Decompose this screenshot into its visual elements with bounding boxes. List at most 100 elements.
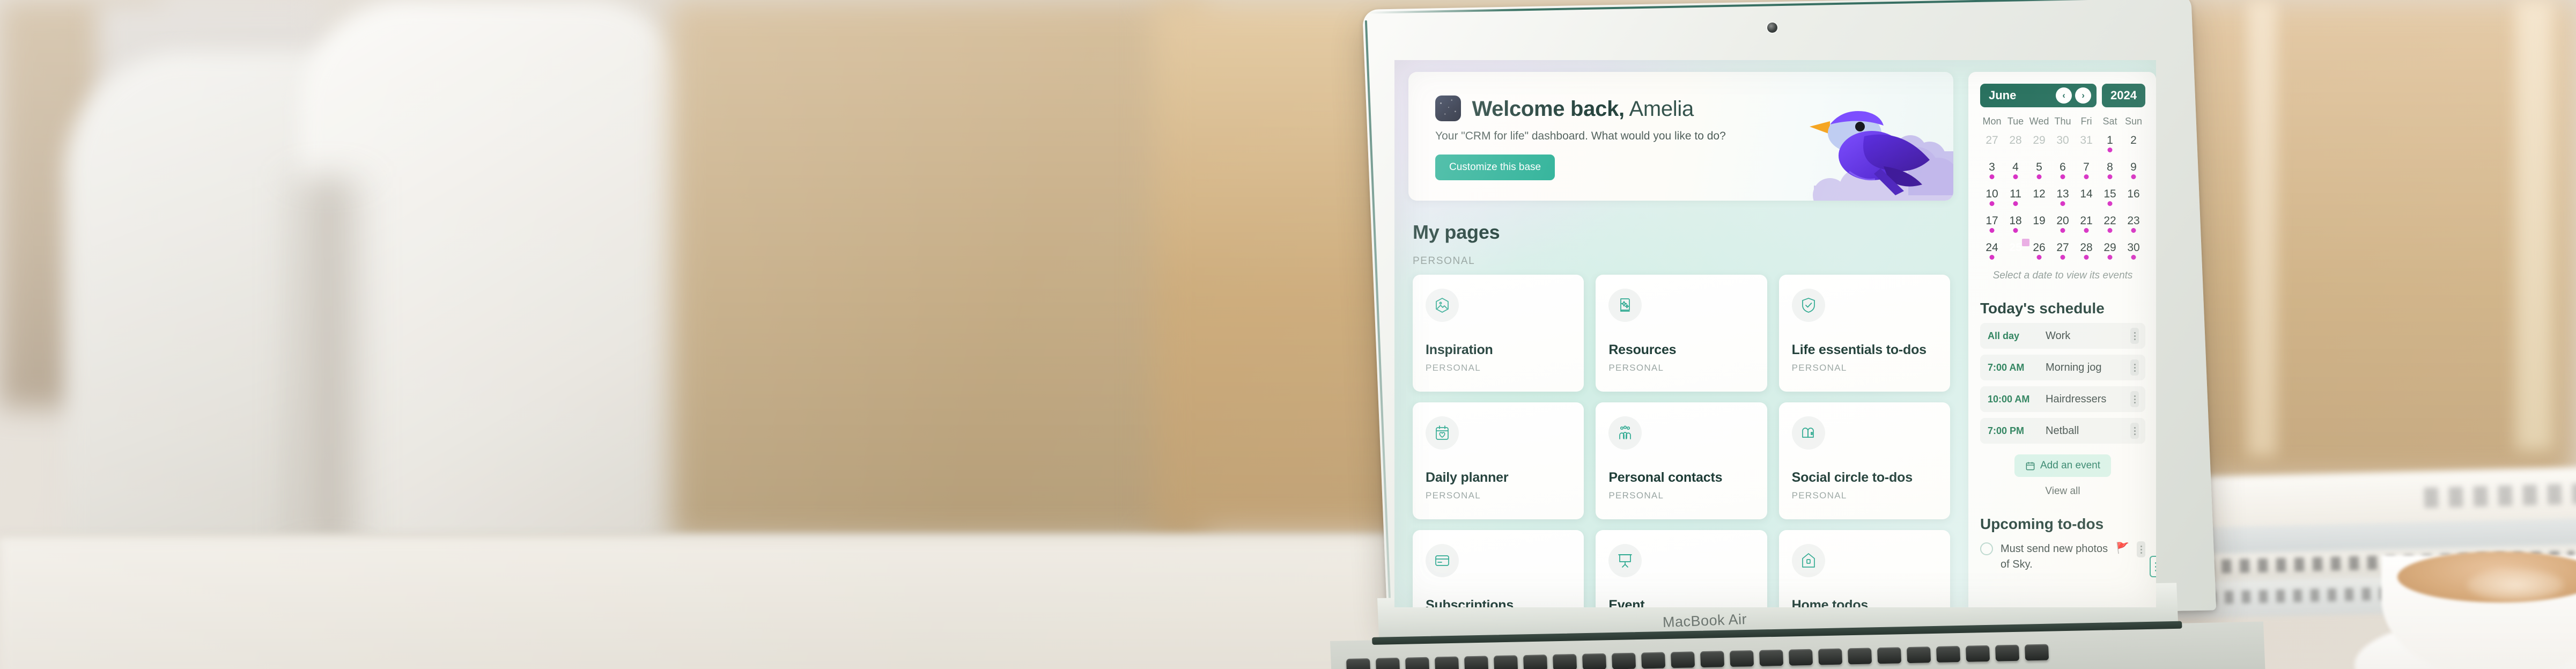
background-wood-panel-mid [670, 0, 1207, 542]
todo-row-menu-icon[interactable] [2137, 541, 2145, 557]
calendar-day[interactable]: 31 [2075, 133, 2098, 157]
calendar-day[interactable]: 1 [2098, 133, 2122, 157]
customize-base-button[interactable]: Customize this base [1435, 155, 1555, 180]
calendar-day[interactable]: 13 [2051, 186, 2075, 211]
calendar-day[interactable]: 29 [2027, 133, 2051, 157]
calendar-prev-month-button[interactable]: ‹ [2056, 87, 2072, 104]
calendar-day-number: 29 [2033, 134, 2046, 146]
calendar-day[interactable]: 3 [1980, 159, 2004, 184]
calendar-day[interactable]: 12 [2027, 186, 2051, 211]
welcome-heading: Welcome back, Amelia [1472, 97, 1694, 121]
page-card[interactable]: EventPERSONAL [1596, 530, 1767, 607]
calendar-day[interactable]: 30 [2122, 240, 2145, 264]
todo-checkbox[interactable] [1980, 542, 1993, 555]
todo-text: Must send new photos of Sky. [2001, 543, 2108, 570]
calendar-day[interactable]: 10 [1980, 186, 2004, 211]
calendar-weekday: Wed [2029, 116, 2049, 127]
calendar-event-dot [2060, 174, 2065, 179]
calendar-day[interactable]: 8 [2098, 159, 2122, 184]
schedule-row[interactable]: 7:00 PM Netball [1980, 418, 2145, 444]
page-card[interactable]: Daily planner PERSONAL [1413, 402, 1584, 519]
calendar-event-dot [2036, 174, 2042, 179]
page-card[interactable]: Inspiration PERSONAL [1413, 275, 1584, 392]
schedule-row-menu-icon[interactable] [2130, 359, 2139, 376]
calendar-event-dot [2107, 255, 2113, 260]
welcome-username: Amelia [1629, 97, 1694, 121]
calendar-next-month-button[interactable]: › [2075, 87, 2092, 104]
calendar-day[interactable]: 28 [2004, 133, 2027, 157]
calendar-day[interactable]: 20 [2051, 213, 2075, 238]
calendar-day[interactable]: 2 [2122, 133, 2145, 157]
schedule-row-menu-icon[interactable] [2130, 391, 2139, 407]
calendar-widget: June ‹ › 2024 Mon Tue Wed Thu Fri Sat Sun 27 28 2… [1980, 84, 2145, 282]
calendar-day[interactable]: 27 [2051, 240, 2075, 264]
calendar-day[interactable]: 30 [2051, 133, 2075, 157]
book-sparkle-icon [1620, 298, 1630, 312]
calendar-day[interactable]: 24 [1980, 240, 2004, 264]
calendar-day[interactable]: 16 [2122, 186, 2145, 211]
calendar-hint: Select a date to view its events [1992, 270, 2133, 281]
calendar-day-selected[interactable]: 25 [2004, 239, 2029, 264]
calendar-day-number: 27 [2056, 241, 2069, 254]
page-card[interactable]: Social circle to-dos PERSONAL [1778, 402, 1950, 519]
calendar-day[interactable]: 15 [2098, 186, 2122, 211]
schedule-row[interactable]: All day Work [1980, 323, 2145, 349]
page-card-icon-wrap [1608, 416, 1642, 450]
calendar-day[interactable]: 7 [2075, 159, 2098, 184]
sidebar-resize-handle[interactable] [2150, 556, 2156, 577]
calendar-day[interactable]: 22 [2098, 213, 2122, 238]
page-card[interactable]: Home todosPERSONAL [1778, 530, 1950, 607]
mailbox-icon [1802, 428, 1814, 438]
schedule-row-menu-icon[interactable] [2130, 423, 2139, 439]
calendar-day[interactable]: 9 [2122, 159, 2145, 184]
calendar-grid: Mon Tue Wed Thu Fri Sat Sun 27 28 29 30 31 1 2 3 4 5 6 7 8 9… [1980, 116, 2145, 264]
schedule-event-name: Hairdressers [2046, 393, 2107, 405]
background-chair-leg [2247, 0, 2277, 456]
calendar-day-number: 14 [2080, 188, 2093, 200]
calendar-day[interactable]: 11 [2004, 186, 2027, 211]
calendar-day[interactable]: 23 [2122, 213, 2145, 238]
schedule-event-time: 10:00 AM [1988, 393, 2030, 405]
page-card[interactable]: Life essentials to-dos PERSONAL [1778, 275, 1950, 392]
calendar-day[interactable]: 5 [2027, 159, 2051, 184]
page-card-title: Subscriptions [1426, 598, 1514, 607]
calendar-day[interactable]: 14 [2075, 186, 2098, 211]
schedule-row-menu-icon[interactable] [2130, 328, 2139, 344]
calendar-day[interactable]: 26 [2027, 240, 2051, 264]
page-card[interactable]: Resources PERSONAL [1596, 275, 1767, 392]
page-card[interactable]: SubscriptionsPERSONAL [1413, 530, 1584, 607]
page-card-title: Inspiration [1426, 342, 1493, 357]
calendar-event-dot [2131, 255, 2136, 260]
calendar-year-label[interactable]: 2024 [2102, 84, 2145, 107]
calendar-event-dot [2060, 201, 2065, 206]
calendar-day[interactable]: 4 [2004, 159, 2027, 184]
calendar-day[interactable]: 17 [1980, 213, 2004, 238]
calendar-day[interactable]: 29 [2098, 240, 2122, 264]
banner-subtitle: Your "CRM for life" dashboard. What woul… [1435, 130, 1726, 142]
calendar-day[interactable]: 21 [2075, 213, 2098, 238]
background-chair-shadow [279, 177, 375, 553]
calendar-weekday: Tue [2007, 116, 2024, 127]
add-event-button[interactable]: Add an event [2014, 454, 2111, 477]
calendar-day[interactable]: 28 [2075, 240, 2098, 264]
page-card-subtitle: PERSONAL [1426, 490, 1481, 501]
calendar-day-number: 22 [2103, 215, 2116, 227]
page-group-label: PERSONAL [1413, 255, 1475, 267]
calendar-day[interactable]: 18 [2004, 213, 2027, 238]
main-content-column: Welcome back, Amelia Your "CRM for life"… [1394, 60, 1963, 607]
view-all-events-link[interactable]: View all [1980, 486, 2145, 497]
schedule-row[interactable]: 7:00 AM Morning jog [1980, 355, 2145, 380]
page-card[interactable]: Personal contacts PERSONAL [1596, 402, 1767, 519]
upcoming-todos-widget: Upcoming to-dos Must send new photos of … [1980, 516, 2145, 572]
calendar-event-dot [1989, 174, 1995, 179]
calendar-day[interactable]: 19 [2027, 213, 2051, 238]
calendar-day[interactable]: 27 [1980, 133, 2004, 157]
page-card-icon-wrap [1608, 289, 1642, 322]
calendar-event-dot [2107, 174, 2113, 179]
schedule-row[interactable]: 10:00 AM Hairdressers [1980, 386, 2145, 412]
schedule-event-name: Work [2046, 329, 2071, 342]
calendar-day[interactable]: 6 [2051, 159, 2075, 184]
people-group-icon [1619, 425, 1632, 439]
todo-row[interactable]: Must send new photos of Sky. 🚩 [1980, 541, 2145, 572]
calendar-month-control[interactable]: June ‹ › [1980, 84, 2097, 107]
